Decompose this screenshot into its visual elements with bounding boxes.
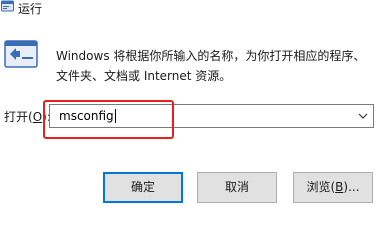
chevron-down-icon[interactable] [356,109,370,123]
open-label-prefix: 打开( [4,110,33,124]
browse-label-suffix: )... [343,180,360,194]
run-program-icon [4,40,38,68]
browse-label-prefix: 浏览( [306,180,336,194]
run-dialog: 运行 Windows 将根据你所输入的名称，为你打开相应的程序、 文件夹、文档或… [0,0,384,214]
title-bar: 运行 [0,0,384,30]
open-combobox[interactable]: msconfig [49,104,374,128]
open-label-access-key: O [32,110,43,124]
ok-button[interactable]: 确定 [103,172,183,203]
description-line-1: Windows 将根据你所输入的名称，为你打开相应的程序、 [56,49,366,63]
browse-button[interactable]: 浏览(B)... [293,172,373,203]
description-line-2: 文件夹、文档或 Internet 资源。 [56,69,232,83]
open-input[interactable]: msconfig [59,108,114,124]
window-title: 运行 [18,2,43,16]
text-caret [115,109,116,123]
dialog-description: Windows 将根据你所输入的名称，为你打开相应的程序、 文件夹、文档或 In… [56,46,376,86]
run-app-icon [1,0,14,12]
open-label: 打开(O): [4,109,51,125]
cancel-button[interactable]: 取消 [197,172,277,203]
